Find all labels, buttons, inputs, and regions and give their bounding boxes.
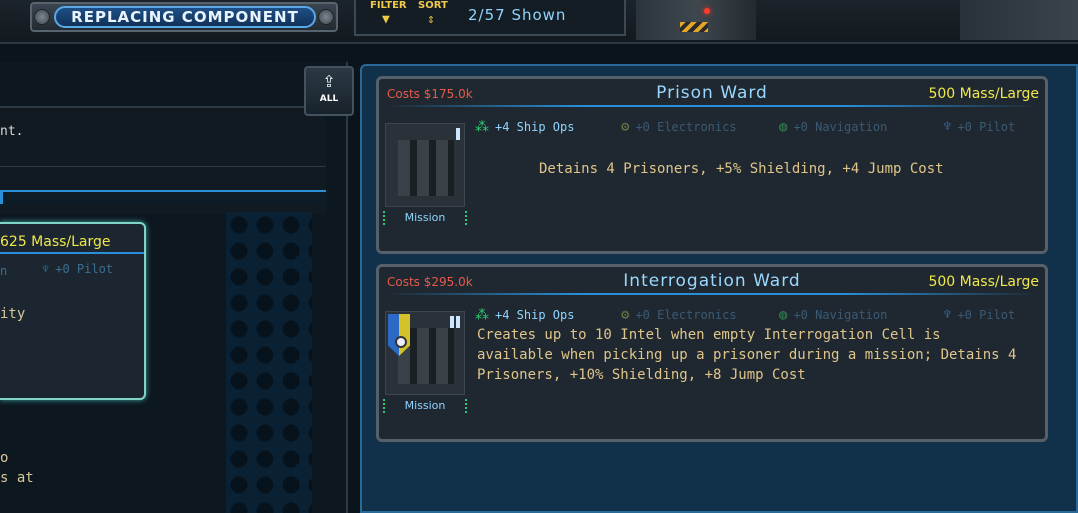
stat-row: ⁂ +4 Ship Ops ⚙ +0 Electronics ◍ +0 Navigat…: [475, 307, 1045, 323]
stat-pilot: ♆ +0 Pilot: [943, 307, 1015, 323]
tier-pip-icon: [456, 128, 460, 140]
mission-tag: Mission: [383, 211, 467, 225]
page-title: REPLACING COMPONENT: [54, 6, 316, 28]
selected-pilot-label: +0 Pilot: [55, 262, 114, 276]
sort-arrows-icon: ⇕: [427, 12, 435, 27]
card-mass: 500 Mass/Large: [928, 274, 1039, 290]
component-card-interrogation-ward[interactable]: Costs $295.0k Interrogation Ward 500 Mas…: [376, 264, 1048, 442]
pilot-helmet-icon: ♆: [42, 262, 50, 276]
card-effect: Creates up to 10 Intel when empty Interr…: [477, 325, 1016, 385]
chip-icon: ⚙: [621, 119, 630, 135]
bolt-icon: [34, 9, 50, 25]
stat-label: +4 Ship Ops: [495, 308, 575, 322]
effect-line: Prisoners, +10% Shielding, +8 Jump Cost: [477, 367, 806, 383]
current-component-panel: nt. 625 Mass/Large n ♆ +0 Pilot ity o s a…: [0, 62, 348, 513]
upload-all-icon: ⇪: [322, 68, 336, 93]
shown-count: 2/57 Shown: [468, 6, 567, 24]
stat-electronics: ⚙ +0 Electronics: [621, 119, 737, 135]
filter-label: FILTER: [370, 0, 407, 11]
sparkle-icon: ⁂: [475, 307, 489, 323]
selected-pilot-stat: ♆ +0 Pilot: [42, 262, 113, 276]
tab-indicator: [0, 192, 3, 204]
effect-line: Creates up to 10 Intel when empty Interr…: [477, 327, 941, 343]
compass-icon: ◍: [779, 119, 788, 135]
stat-label: +0 Pilot: [957, 120, 1016, 134]
tier-pip-icon: [456, 316, 460, 328]
stat-label: +0 Electronics: [635, 308, 737, 322]
panel-tab-strip: [0, 190, 326, 206]
warning-light-icon: [704, 8, 710, 14]
divider: [0, 166, 326, 167]
stat-row: ⁂ +4 Ship Ops ⚙ +0 Electronics ◍ +0 Navigat…: [475, 119, 1045, 135]
funnel-icon: ▼: [382, 12, 390, 27]
component-thumbnail: [385, 311, 465, 395]
stat-pilot: ♆ +0 Pilot: [943, 119, 1015, 135]
stat-ship-ops: ⁂ +4 Ship Ops: [475, 307, 574, 323]
chip-icon: ⚙: [621, 307, 630, 323]
hex-pattern-decoration: [226, 212, 312, 513]
component-list: Costs $175.0k Prison Ward 500 Mass/Large…: [360, 64, 1078, 513]
title-plate: REPLACING COMPONENT: [30, 2, 338, 32]
stat-label: +0 Navigation: [793, 308, 888, 322]
divider: [0, 252, 144, 254]
hazard-stripes: [680, 22, 708, 32]
machinery-decoration: [636, 0, 756, 40]
stat-label: +4 Ship Ops: [495, 120, 575, 134]
compass-icon: ◍: [779, 307, 788, 323]
tier-pip-icon: [450, 316, 454, 328]
description-text: nt.: [0, 124, 24, 139]
sort-label: SORT: [418, 0, 448, 11]
stat-electronics: ⚙ +0 Electronics: [621, 307, 737, 323]
pilot-helmet-icon: ♆: [943, 307, 952, 323]
card-effect: Detains 4 Prisoners, +5% Shielding, +4 J…: [539, 161, 944, 177]
divider: [385, 105, 1039, 107]
filter-sort-bar: FILTER ▼ SORT ⇕ 2/57 Shown: [354, 0, 626, 36]
replace-all-button[interactable]: ⇪ ALL: [304, 66, 354, 116]
stat-navigation: ◍ +0 Navigation: [779, 307, 887, 323]
filter-button[interactable]: FILTER ▼: [370, 0, 410, 34]
frame-decoration: [960, 0, 1078, 40]
prison-seats-image: [398, 140, 454, 196]
card-mass: 500 Mass/Large: [928, 86, 1039, 102]
stat-ship-ops: ⁂ +4 Ship Ops: [475, 119, 574, 135]
selected-text-fragment: ity: [0, 306, 26, 322]
top-bar: REPLACING COMPONENT FILTER ▼ SORT ⇕ 2/57…: [0, 0, 1078, 44]
sort-button[interactable]: SORT ⇕: [418, 0, 454, 34]
effect-line: available when picking up a prisoner dur…: [477, 347, 1017, 363]
stat-label: +0 Navigation: [793, 120, 888, 134]
stat-label: +0 Pilot: [957, 308, 1016, 322]
all-label: ALL: [319, 94, 339, 104]
left-text-fragment: o: [0, 450, 9, 466]
component-thumbnail: [385, 123, 465, 207]
left-text-fragment: s at: [0, 470, 34, 486]
stat-navigation: ◍ +0 Navigation: [779, 119, 887, 135]
stat-label: +0 Electronics: [635, 120, 737, 134]
selected-mass: 625 Mass/Large: [0, 234, 111, 250]
selected-component-card[interactable]: 625 Mass/Large n ♆ +0 Pilot ity: [0, 222, 146, 400]
selected-stat-fragment: n: [0, 264, 8, 278]
mission-tag: Mission: [383, 399, 467, 413]
sparkle-icon: ⁂: [475, 119, 489, 135]
pilot-helmet-icon: ♆: [943, 119, 952, 135]
component-card-prison-ward[interactable]: Costs $175.0k Prison Ward 500 Mass/Large…: [376, 76, 1048, 254]
divider: [385, 293, 1039, 295]
bolt-icon: [318, 9, 334, 25]
